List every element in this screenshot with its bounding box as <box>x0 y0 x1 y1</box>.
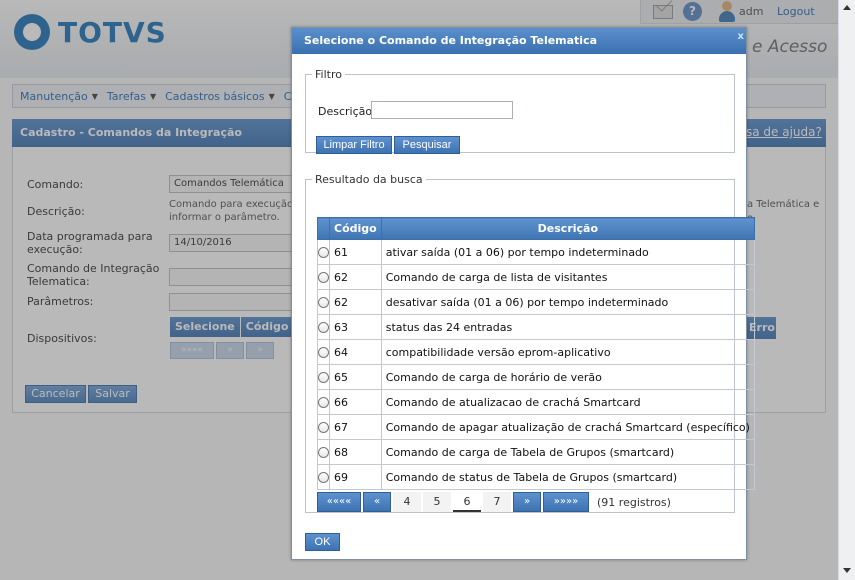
row-radio[interactable] <box>318 422 329 433</box>
row-code: 61 <box>329 239 382 265</box>
table-row[interactable]: 67 Comando de apagar atualização de crach… <box>317 414 755 440</box>
row-radio[interactable] <box>318 472 329 483</box>
table-row[interactable]: 62 Comando de carga de lista de visitante… <box>317 264 755 290</box>
row-description: Comando de carga de lista de visitantes <box>380 264 755 290</box>
next-page-button[interactable]: » <box>513 492 541 512</box>
descricao-filter-label: Descrição <box>318 105 373 118</box>
row-description: compatibilidade versão eprom-aplicativo <box>380 339 755 365</box>
page-scrollbar[interactable] <box>838 0 855 580</box>
results-pager: «««« « 4 5 6 7 » »»»» (91 registros) <box>317 492 671 512</box>
results-section: Resultado da busca Código Descrição 61 at… <box>305 173 755 513</box>
filter-section: Filtro Descrição Limpar Filtro Pesquisar <box>305 68 735 154</box>
page-7-link[interactable]: 7 <box>483 492 511 512</box>
row-radio[interactable] <box>318 447 329 458</box>
ok-button[interactable]: OK <box>305 533 340 551</box>
table-row[interactable]: 68 Comando de carga de Tabela de Grupos (… <box>317 439 755 465</box>
row-code: 63 <box>329 314 382 340</box>
row-radio[interactable] <box>318 247 329 258</box>
table-row[interactable]: 63 status das 24 entradas <box>317 314 755 340</box>
row-code: 67 <box>329 414 382 440</box>
dialog-title-text: Selecione o Comando de Integração Telema… <box>304 34 598 47</box>
page-6-current[interactable]: 6 <box>453 492 481 512</box>
row-radio[interactable] <box>318 397 329 408</box>
filter-legend: Filtro <box>315 68 342 81</box>
scroll-up-icon[interactable] <box>841 2 853 14</box>
row-description: Comando de apagar atualização de crachá … <box>380 414 755 440</box>
col-code[interactable]: Código <box>329 217 382 240</box>
select-command-dialog: Selecione o Comando de Integração Telema… <box>291 27 755 560</box>
row-radio[interactable] <box>318 297 329 308</box>
table-row[interactable]: 62 desativar saída (01 a 06) por tempo in… <box>317 289 755 315</box>
descricao-filter-input[interactable] <box>371 101 513 119</box>
prev-page-button[interactable]: « <box>363 492 391 512</box>
row-radio[interactable] <box>318 347 329 358</box>
row-description: desativar saída (01 a 06) por tempo inde… <box>380 289 755 315</box>
results-table: Código Descrição 61 ativar saída (01 a 06… <box>317 217 755 490</box>
dialog-title: Selecione o Comando de Integração Telema… <box>292 28 746 54</box>
scroll-down-icon[interactable] <box>841 564 853 576</box>
search-button[interactable]: Pesquisar <box>394 136 460 154</box>
last-page-button[interactable]: »»»» <box>543 492 589 512</box>
table-row[interactable]: 66 Comando de atualizacao de crachá Smart… <box>317 389 755 415</box>
row-code: 62 <box>329 289 382 315</box>
row-description: Comando de atualizacao de crachá Smartca… <box>380 389 755 415</box>
row-code: 68 <box>329 439 382 465</box>
results-legend: Resultado da busca <box>315 173 423 186</box>
table-row[interactable]: 61 ativar saída (01 a 06) por tempo indet… <box>317 239 755 265</box>
table-row[interactable]: 64 compatibilidade versão eprom-aplicativ… <box>317 339 755 365</box>
row-radio[interactable] <box>318 272 329 283</box>
row-code: 62 <box>329 264 382 290</box>
col-select <box>317 217 330 240</box>
page-4-link[interactable]: 4 <box>393 492 421 512</box>
row-description: Comando de carga de horário de verão <box>380 364 755 390</box>
row-code: 64 <box>329 339 382 365</box>
page-5-link[interactable]: 5 <box>423 492 451 512</box>
results-header-row: Código Descrição <box>317 217 755 240</box>
row-description: Comando de status de Tabela de Grupos (s… <box>380 464 755 490</box>
close-icon[interactable]: x <box>738 31 744 42</box>
table-row[interactable]: 65 Comando de carga de horário de verão <box>317 364 755 390</box>
col-description[interactable]: Descrição <box>380 217 755 240</box>
row-code: 65 <box>329 364 382 390</box>
row-description: status das 24 entradas <box>380 314 755 340</box>
row-code: 66 <box>329 389 382 415</box>
row-description: Comando de carga de Tabela de Grupos (sm… <box>380 439 755 465</box>
record-count: (91 registros) <box>597 495 671 509</box>
table-row[interactable]: 69 Comando de status de Tabela de Grupos … <box>317 464 755 490</box>
first-page-button[interactable]: «««« <box>317 492 361 512</box>
row-code: 69 <box>329 464 382 490</box>
clear-filter-button[interactable]: Limpar Filtro <box>316 136 392 154</box>
row-description: ativar saída (01 a 06) por tempo indeter… <box>380 239 755 265</box>
row-radio[interactable] <box>318 372 329 383</box>
row-radio[interactable] <box>318 322 329 333</box>
